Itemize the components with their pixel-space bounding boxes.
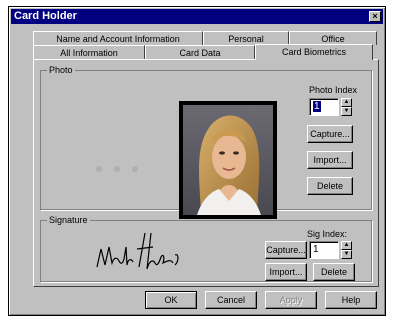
signature-capture-button[interactable]: Capture... [265, 241, 307, 259]
tab-label: Card Data [179, 48, 221, 58]
signature-index-spinner[interactable]: ▲ ▼ [341, 241, 352, 259]
signature-import-button[interactable]: Import... [265, 263, 307, 281]
photo-index-value: 1 [313, 101, 321, 112]
photo-placeholder-mark [96, 166, 138, 172]
tab-office[interactable]: Office [289, 31, 377, 45]
photo-index-label: Photo Index [309, 85, 358, 95]
card-biometrics-panel: Photo Photo Index 1 ▲ ▼ Capture... Impor… [33, 59, 379, 287]
signature-index-label: Sig Index: [307, 229, 348, 239]
photo-index-spinner[interactable]: ▲ ▼ [341, 98, 352, 116]
cancel-button[interactable]: Cancel [205, 291, 257, 309]
spin-down-icon[interactable]: ▼ [341, 107, 352, 116]
title-bar[interactable]: Card Holder × [11, 9, 383, 24]
portrait-picture [183, 105, 273, 215]
tab-label: All Information [60, 48, 118, 58]
close-button[interactable]: × [369, 11, 381, 22]
tab-card-biometrics[interactable]: Card Biometrics [255, 44, 373, 60]
signature-delete-button[interactable]: Delete [313, 263, 355, 281]
signature-index-input[interactable]: 1 [309, 241, 339, 259]
tab-all-information[interactable]: All Information [33, 45, 145, 59]
tab-label: Office [321, 34, 345, 44]
signature-image [96, 232, 179, 270]
photo-group: Photo Photo Index 1 ▲ ▼ Capture... Impor… [40, 64, 372, 219]
tab-name-and-account-information[interactable]: Name and Account Information [33, 31, 203, 45]
apply-button[interactable]: Apply [265, 291, 317, 309]
tab-card-data[interactable]: Card Data [145, 45, 255, 59]
spin-up-icon[interactable]: ▲ [341, 98, 352, 107]
tab-personal[interactable]: Personal [203, 31, 289, 45]
tab-label: Name and Account Information [56, 34, 180, 44]
spin-down-icon[interactable]: ▼ [341, 250, 352, 259]
ok-button[interactable]: OK [145, 291, 197, 309]
tab-label: Personal [228, 34, 264, 44]
window-title: Card Holder [14, 10, 77, 22]
signature-index-value: 1 [313, 244, 319, 255]
card-holder-window: Card Holder × Name and Account Informati… [8, 6, 386, 316]
photo-capture-button[interactable]: Capture... [307, 125, 353, 143]
spin-up-icon[interactable]: ▲ [341, 241, 352, 250]
photo-delete-button[interactable]: Delete [307, 177, 353, 195]
signature-group-label: Signature [47, 214, 90, 226]
signature-group: Signature Sig Index: Capture... 1 ▲ ▼ Im… [40, 214, 372, 282]
close-icon: × [372, 11, 378, 21]
photo-group-label: Photo [47, 64, 75, 76]
help-button[interactable]: Help [325, 291, 377, 309]
photo-import-button[interactable]: Import... [307, 151, 353, 169]
tab-label: Card Biometrics [281, 47, 346, 57]
photo-image [179, 101, 277, 219]
photo-index-input[interactable]: 1 [309, 98, 339, 116]
